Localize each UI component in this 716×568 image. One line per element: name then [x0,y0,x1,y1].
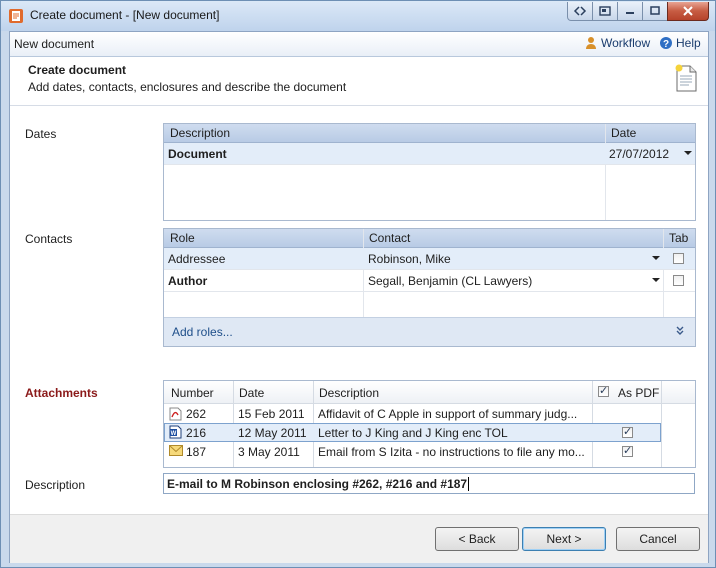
as-pdf-checkbox[interactable] [622,444,633,457]
role-cell: Addressee [168,252,226,266]
pdf-icon [169,407,182,421]
close-icon [683,6,693,16]
title-bar[interactable]: Create document - [New document] [1,1,715,31]
minimize-icon [626,12,634,14]
attach-number-cell: 216 [186,426,207,440]
contacts-grid-header: Role Contact Tab [164,229,695,248]
attachments-grid-header: Number Date Description As PDF [164,381,695,404]
svg-text:W: W [171,431,177,437]
tab-checkbox[interactable] [673,275,684,286]
table-row[interactable]: Author Segall, Benjamin (CL Lawyers) [164,270,695,291]
toolbar-title: New document [14,37,95,51]
cancel-button-label: Cancel [639,532,677,546]
add-roles-bar[interactable]: Add roles... [164,317,695,346]
restore-layout-button[interactable] [592,2,618,21]
app-icon [9,9,23,23]
contact-cell[interactable]: Segall, Benjamin (CL Lawyers) [368,274,532,288]
page-header: Create document Add dates, contacts, enc… [10,57,708,106]
contacts-label: Contacts [25,232,73,246]
svg-text:?: ? [663,39,669,50]
word-icon: W [169,425,182,439]
close-button[interactable] [667,2,709,21]
dates-label: Dates [25,127,57,141]
dates-col-date[interactable]: Date [611,126,636,140]
workflow-icon [586,37,596,49]
attach-col-as-pdf[interactable]: As PDF [618,386,659,400]
cancel-button[interactable]: Cancel [616,527,700,551]
date-value-cell[interactable]: 27/07/2012 [609,147,669,161]
contacts-col-contact[interactable]: Contact [369,231,410,245]
attach-col-number[interactable]: Number [171,386,214,400]
attach-date-cell: 15 Feb 2011 [238,407,305,421]
next-button-label: Next > [546,532,582,546]
contacts-col-tab[interactable]: Tab [669,231,688,245]
workflow-link[interactable]: Workflow [584,36,650,50]
back-button-label: < Back [458,532,496,546]
panel-icon [599,6,611,16]
attach-description-cell: Affidavit of C Apple in support of summa… [318,407,578,421]
page-title: Create document [28,63,127,77]
table-row[interactable]: Addressee Robinson, Mike [164,248,695,269]
minimize-button[interactable] [617,2,643,21]
help-icon: ? [660,37,672,50]
as-pdf-checkbox[interactable] [622,425,633,438]
attachments-label: Attachments [25,386,98,400]
tab-checkbox[interactable] [673,253,684,264]
email-icon [169,445,183,456]
table-row[interactable]: Document 27/07/2012 [164,143,695,164]
contact-dropdown-icon[interactable] [652,278,660,282]
attach-col-description[interactable]: Description [319,386,379,400]
attachments-grid: Number Date Description As PDF 262 15 Fe… [163,380,696,468]
window-controls [567,2,709,22]
expand-chevron-icon[interactable] [675,326,685,336]
description-value: E-mail to M Robinson enclosing #262, #21… [167,477,468,491]
dialog-footer: < Back Next > Cancel [10,514,708,563]
attach-number-cell: 262 [186,407,207,421]
contacts-grid: Role Contact Tab Addressee Robinson, Mik… [163,228,696,347]
attach-number-cell: 187 [186,445,207,459]
help-link[interactable]: ? Help [659,36,701,50]
attach-description-cell: Email from S Izita - no instructions to … [318,445,585,459]
next-button[interactable]: Next > [522,527,606,551]
attach-date-cell: 3 May 2011 [238,445,300,459]
description-input[interactable]: E-mail to M Robinson enclosing #262, #21… [163,473,695,494]
attach-description-cell: Letter to J King and J King enc TOL [318,426,508,440]
create-document-window: Create document - [New document] New doc… [0,0,716,568]
description-label: Description [25,478,86,492]
text-caret [468,477,470,491]
dates-grid: Description Date Document 27/07/2012 [163,123,696,221]
window-title: Create document - [New document] [30,8,220,22]
dates-grid-header: Description Date [164,124,695,143]
split-arrows-icon [573,6,587,16]
contact-cell[interactable]: Robinson, Mike [368,252,451,266]
date-description-cell: Document [168,147,227,161]
layout-toggle-button[interactable] [567,2,593,21]
table-row[interactable]: 187 3 May 2011 Email from S Izita - no i… [164,442,662,461]
workflow-label: Workflow [601,36,651,50]
maximize-icon [650,6,660,15]
dialog-client-area: New document Workflow ? Help Create docu… [9,31,709,563]
contacts-col-role[interactable]: Role [170,231,195,245]
dates-col-description[interactable]: Description [170,126,230,140]
new-document-icon [675,64,697,92]
attach-col-date[interactable]: Date [239,386,264,400]
help-label: Help [676,36,701,50]
contact-dropdown-icon[interactable] [652,256,660,260]
form-body: Dates Description Date Document 27/07/20… [10,106,708,514]
page-subtitle: Add dates, contacts, enclosures and desc… [28,80,347,94]
maximize-button[interactable] [642,2,668,21]
table-row[interactable]: 262 15 Feb 2011 Affidavit of C Apple in … [164,404,662,423]
table-row[interactable]: W 216 12 May 2011 Letter to J King and J… [164,423,661,442]
attach-date-cell: 12 May 2011 [238,426,307,440]
date-dropdown-icon[interactable] [684,151,692,155]
back-button[interactable]: < Back [435,527,519,551]
role-cell: Author [168,274,208,288]
toolbar: New document Workflow ? Help [10,32,708,57]
add-roles-link[interactable]: Add roles... [172,325,233,339]
as-pdf-all-checkbox[interactable] [598,384,609,397]
